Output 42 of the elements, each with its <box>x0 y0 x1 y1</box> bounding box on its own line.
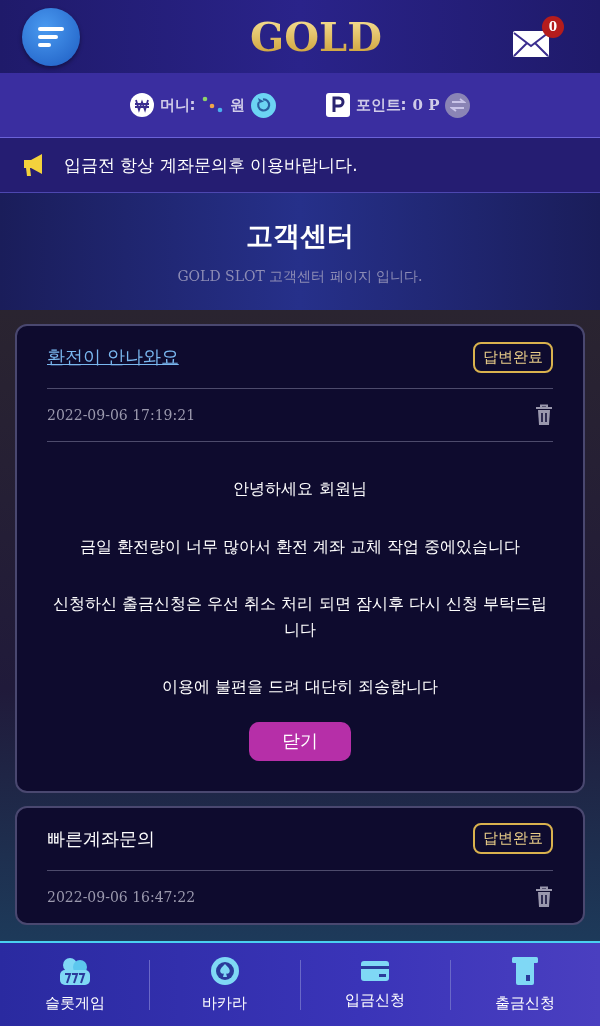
money-unit: 원 <box>229 95 245 115</box>
mail-button[interactable]: 0 <box>512 15 564 58</box>
points-value: 0 P <box>412 96 440 114</box>
page-subtitle: GOLD SLOT 고객센터 페이지 입니다. <box>177 267 423 286</box>
menu-icon <box>36 24 66 49</box>
answer-paragraph: 신청하신 출금신청은 우선 취소 처리 되면 잠시후 다시 신청 부탁드립니다 <box>52 593 548 641</box>
points-label: 포인트: <box>355 95 407 115</box>
trash-icon <box>535 404 553 426</box>
refresh-icon <box>255 97 271 113</box>
mail-count-badge: 0 <box>542 15 564 38</box>
inquiry-title-link[interactable]: 빠른계좌문의 <box>47 826 155 851</box>
swap-icon <box>449 98 466 112</box>
loading-dots-icon <box>201 95 224 115</box>
answer-paragraph: 금일 환전량이 너무 많아서 환전 계좌 교체 작업 중에있습니다 <box>79 535 521 558</box>
trash-icon <box>535 885 553 908</box>
envelope-icon <box>512 29 550 58</box>
delete-button[interactable] <box>535 404 553 426</box>
notice-text: 입금전 항상 계좌문의후 이용바랍니다. <box>64 153 358 177</box>
delete-button[interactable] <box>535 885 553 908</box>
page-title: 고객센터 <box>246 218 354 253</box>
answer-paragraph: 이용에 불편을 드려 대단히 죄송합니다 <box>161 676 439 699</box>
poker-chip-icon <box>209 956 240 986</box>
card-slot-icon <box>511 956 540 986</box>
inquiry-title-link[interactable]: 환전이 안나와요 <box>47 345 179 369</box>
exchange-button[interactable] <box>445 92 471 118</box>
close-button[interactable]: 닫기 <box>249 721 351 761</box>
menu-button[interactable] <box>22 7 80 66</box>
credit-card-icon <box>360 959 391 983</box>
inquiry-date: 2022-09-06 17:19:21 <box>47 407 196 423</box>
nav-tab[interactable]: 입금신청 <box>300 959 450 1010</box>
slot-machine-icon <box>57 956 92 986</box>
nav-tab[interactable]: 슬롯게임 <box>0 956 150 1013</box>
points-icon <box>325 93 350 117</box>
answer-paragraph: 안녕하세요 회원님 <box>233 478 367 500</box>
status-badge: 답변완료 <box>473 341 553 373</box>
nav-tab[interactable]: 출금신청 <box>450 956 600 1013</box>
won-icon <box>129 93 154 117</box>
money-label: 머니: <box>159 95 196 115</box>
refresh-button[interactable] <box>250 92 276 118</box>
inquiry-date: 2022-09-06 16:47:22 <box>47 888 196 905</box>
nav-tab[interactable]: 바카라 <box>150 956 300 1013</box>
status-badge: 답변완료 <box>473 823 553 855</box>
